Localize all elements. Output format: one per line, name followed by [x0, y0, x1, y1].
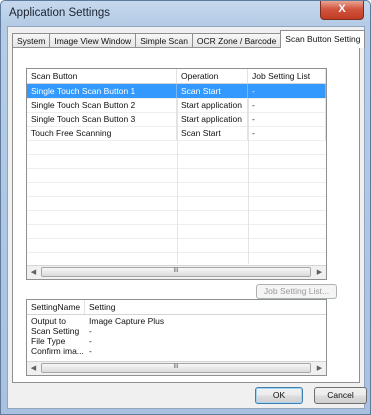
setting-value: -: [89, 346, 92, 356]
list-item: Scan Setting -: [27, 326, 326, 336]
scroll-right-icon[interactable]: ▶: [313, 266, 326, 279]
setting-value: -: [89, 326, 92, 336]
cell-scan-button: Single Touch Scan Button 2: [27, 98, 177, 112]
table-row[interactable]: Single Touch Scan Button 3 Start applica…: [27, 112, 326, 126]
table-row[interactable]: Touch Free Scanning Scan Start -: [27, 126, 326, 140]
table-row[interactable]: Single Touch Scan Button 2 Start applica…: [27, 98, 326, 112]
cell-operation: Start application: [177, 98, 248, 112]
setting-value: -: [89, 336, 92, 346]
scan-grid-header: Scan Button Operation Job Setting List: [27, 69, 326, 84]
scrollbar-thumb[interactable]: III: [41, 267, 311, 277]
tab-image-view-window[interactable]: Image View Window: [49, 33, 137, 48]
list-item: File Type -: [27, 336, 326, 346]
setting-name: Confirm ima...: [31, 346, 84, 356]
setting-value: Image Capture Plus: [89, 316, 165, 326]
list-item: Confirm ima... -: [27, 346, 326, 356]
column-header-job-setting-list[interactable]: Job Setting List: [248, 69, 326, 83]
cell-job-setting: -: [248, 84, 326, 98]
scroll-left-icon[interactable]: ◀: [27, 362, 40, 375]
scroll-left-icon[interactable]: ◀: [27, 266, 40, 279]
setting-name: Scan Setting: [31, 326, 80, 336]
setting-details-grid: SettingName Setting Output to Image Capt…: [26, 299, 327, 376]
close-button[interactable]: X: [320, 1, 364, 20]
details-grid-header: SettingName Setting: [27, 300, 326, 315]
list-item: Output to Image Capture Plus: [27, 316, 326, 326]
cell-operation: Start application: [177, 112, 248, 126]
column-header-operation[interactable]: Operation: [177, 69, 248, 83]
column-header-setting-name[interactable]: SettingName: [27, 300, 85, 314]
application-settings-window: Application Settings X System Image View…: [0, 0, 371, 415]
cell-operation: Scan Start: [177, 84, 248, 98]
tab-strip: System Image View Window Simple Scan OCR…: [12, 30, 366, 48]
cancel-button[interactable]: Cancel: [314, 387, 367, 404]
tab-scan-button-setting[interactable]: Scan Button Setting: [280, 30, 366, 48]
tab-ocr-zone-barcode[interactable]: OCR Zone / Barcode: [191, 33, 282, 48]
window-title: Application Settings: [9, 7, 111, 19]
cell-scan-button: Single Touch Scan Button 3: [27, 112, 177, 126]
ok-button[interactable]: OK: [255, 387, 303, 404]
cell-job-setting: -: [248, 112, 326, 126]
scan-button-grid: Scan Button Operation Job Setting List S…: [26, 68, 327, 280]
scrollbar-thumb[interactable]: III: [41, 363, 311, 373]
table-row[interactable]: Single Touch Scan Button 1 Scan Start -: [27, 84, 326, 98]
cell-job-setting: -: [248, 98, 326, 112]
cell-scan-button: Single Touch Scan Button 1: [27, 84, 177, 98]
horizontal-scrollbar[interactable]: ◀ III ▶: [27, 361, 326, 375]
scroll-right-icon[interactable]: ▶: [313, 362, 326, 375]
tab-simple-scan[interactable]: Simple Scan: [135, 33, 193, 48]
setting-name: File Type: [31, 336, 66, 346]
horizontal-scrollbar[interactable]: ◀ III ▶: [27, 265, 326, 279]
cell-job-setting: -: [248, 126, 326, 140]
job-setting-list-button[interactable]: Job Setting List...: [256, 284, 337, 299]
column-header-setting[interactable]: Setting: [85, 300, 326, 314]
setting-name: Output to: [31, 316, 66, 326]
tab-system[interactable]: System: [12, 33, 51, 48]
cell-scan-button: Touch Free Scanning: [27, 126, 177, 140]
cell-operation: Scan Start: [177, 126, 248, 140]
column-header-scan-button[interactable]: Scan Button: [27, 69, 177, 83]
